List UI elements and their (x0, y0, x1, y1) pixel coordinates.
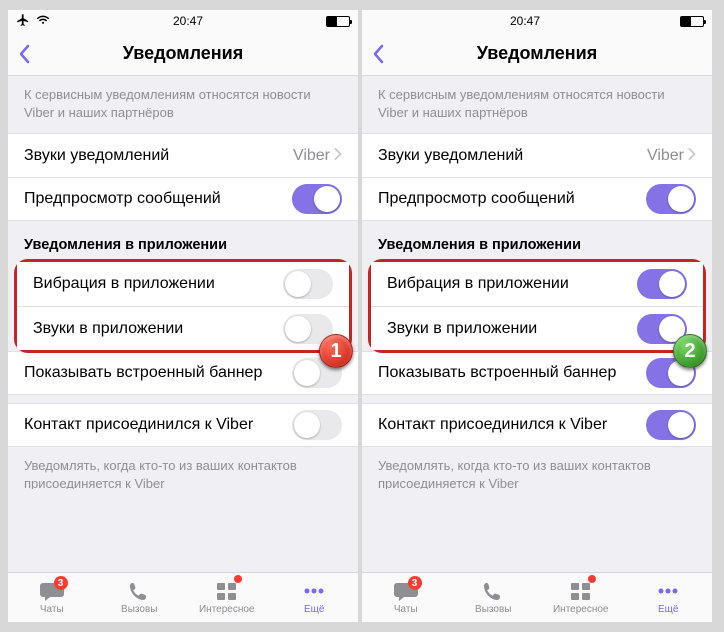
row-builtin-banner[interactable]: Показывать встроенный баннер (362, 351, 712, 395)
row-label: Контакт присоединился к Viber (378, 416, 646, 434)
step-badge-2: 2 (673, 334, 707, 368)
row-label: Вибрация в приложении (387, 275, 637, 293)
page-title: Уведомления (477, 43, 598, 64)
tab-bar: 3 Чаты Вызовы Интересное Ещё (8, 572, 358, 622)
chevron-right-icon (334, 147, 342, 165)
row-contact-joined[interactable]: Контакт присоединился к Viber (8, 403, 358, 447)
row-label: Показывать встроенный баннер (24, 364, 292, 382)
section-in-app-notifications: Уведомления в приложении (8, 221, 358, 261)
row-message-preview[interactable]: Предпросмотр сообщений (8, 177, 358, 221)
row-in-app-sounds[interactable]: Звуки в приложении (371, 306, 703, 350)
page-title: Уведомления (123, 43, 244, 64)
status-bar: 20:47 (362, 10, 712, 32)
tab-chats[interactable]: 3 Чаты (8, 573, 96, 622)
tab-label: Ещё (304, 604, 324, 615)
row-value: Viber (647, 147, 684, 165)
tab-label: Вызовы (121, 604, 157, 615)
chat-badge: 3 (408, 576, 422, 590)
row-contact-joined[interactable]: Контакт присоединился к Viber (362, 403, 712, 447)
clock: 20:47 (510, 14, 540, 28)
tab-label: Чаты (40, 604, 64, 615)
tab-label: Ещё (658, 604, 678, 615)
nav-header: Уведомления (362, 32, 712, 76)
row-label: Показывать встроенный баннер (378, 364, 646, 382)
tab-label: Вызовы (475, 604, 511, 615)
tab-calls[interactable]: Вызовы (96, 573, 184, 622)
row-label: Контакт присоединился к Viber (24, 416, 292, 434)
toggle-contact-joined[interactable] (646, 410, 696, 440)
tab-more[interactable]: Ещё (271, 573, 359, 622)
chat-badge: 3 (54, 576, 68, 590)
contact-joined-note: Уведомлять, когда кто-то из ваших контак… (362, 447, 712, 489)
back-button[interactable] (370, 43, 386, 65)
row-label: Звуки уведомлений (24, 147, 285, 165)
tab-bar: 3 Чаты Вызовы Интересное Ещё (362, 572, 712, 622)
screenshot-right: 20:47 Уведомления К сервисным уведомлени… (362, 10, 712, 622)
status-bar: 20:47 (8, 10, 358, 32)
tab-interesting[interactable]: Интересное (183, 573, 271, 622)
tab-label: Чаты (394, 604, 418, 615)
section-in-app-notifications: Уведомления в приложении (362, 221, 712, 261)
tab-label: Интересное (199, 604, 255, 615)
row-label: Предпросмотр сообщений (24, 190, 292, 208)
interesting-badge-dot (588, 575, 596, 583)
tab-interesting[interactable]: Интересное (537, 573, 625, 622)
toggle-in-app-vibration[interactable] (637, 269, 687, 299)
row-in-app-sounds[interactable]: Звуки в приложении (17, 306, 349, 350)
row-label: Вибрация в приложении (33, 275, 283, 293)
service-note: К сервисным уведомлениям относятся новос… (362, 76, 712, 133)
tab-calls[interactable]: Вызовы (450, 573, 538, 622)
wifi-icon (36, 14, 50, 28)
row-in-app-vibration[interactable]: Вибрация в приложении (371, 262, 703, 306)
nav-header: Уведомления (8, 32, 358, 76)
row-label: Звуки в приложении (33, 320, 283, 338)
toggle-contact-joined[interactable] (292, 410, 342, 440)
highlight-box-right: Вибрация в приложении Звуки в приложении… (368, 259, 706, 353)
row-in-app-vibration[interactable]: Вибрация в приложении (17, 262, 349, 306)
row-notification-sounds[interactable]: Звуки уведомлений Viber (362, 133, 712, 177)
battery-icon (680, 16, 704, 27)
row-label: Звуки уведомлений (378, 147, 639, 165)
toggle-in-app-vibration[interactable] (283, 269, 333, 299)
screenshot-left: 20:47 Уведомления К сервисным уведомлени… (8, 10, 358, 622)
back-button[interactable] (16, 43, 32, 65)
row-notification-sounds[interactable]: Звуки уведомлений Viber (8, 133, 358, 177)
airplane-icon (16, 13, 30, 30)
highlight-box-left: Вибрация в приложении Звуки в приложении… (14, 259, 352, 353)
tab-label: Интересное (553, 604, 609, 615)
contact-joined-note: Уведомлять, когда кто-то из ваших контак… (8, 447, 358, 489)
toggle-message-preview[interactable] (292, 184, 342, 214)
tab-chats[interactable]: 3 Чаты (362, 573, 450, 622)
chevron-right-icon (688, 147, 696, 165)
battery-icon (326, 16, 350, 27)
step-badge-1: 1 (319, 334, 353, 368)
toggle-message-preview[interactable] (646, 184, 696, 214)
clock: 20:47 (173, 14, 203, 28)
row-label: Предпросмотр сообщений (378, 190, 646, 208)
row-value: Viber (293, 147, 330, 165)
row-message-preview[interactable]: Предпросмотр сообщений (362, 177, 712, 221)
row-builtin-banner[interactable]: Показывать встроенный баннер (8, 351, 358, 395)
tab-more[interactable]: Ещё (625, 573, 713, 622)
service-note: К сервисным уведомлениям относятся новос… (8, 76, 358, 133)
interesting-badge-dot (234, 575, 242, 583)
row-label: Звуки в приложении (387, 320, 637, 338)
